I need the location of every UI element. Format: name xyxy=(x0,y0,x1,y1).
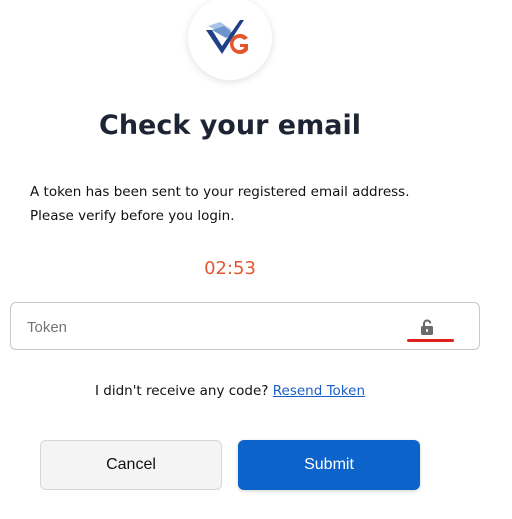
lock-highlight-underline xyxy=(407,339,454,342)
resend-token-link[interactable]: Resend Token xyxy=(273,383,365,399)
brand-logo-icon xyxy=(206,20,248,55)
instruction-line-1: A token has been sent to your registered… xyxy=(30,184,410,200)
countdown-timer: 02:53 xyxy=(204,258,256,279)
instruction-line-2: Please verify before you login. xyxy=(30,208,235,224)
instruction-text: A token has been sent to your registered… xyxy=(30,180,470,228)
token-input[interactable] xyxy=(25,303,389,351)
unlock-icon[interactable] xyxy=(417,317,437,337)
submit-button[interactable]: Submit xyxy=(238,440,420,490)
page-title: Check your email xyxy=(99,110,361,141)
cancel-button[interactable]: Cancel xyxy=(40,440,222,490)
resend-row: I didn't receive any code? Resend Token xyxy=(0,383,460,399)
token-field xyxy=(10,302,480,351)
logo-badge xyxy=(188,0,272,80)
resend-prompt: I didn't receive any code? xyxy=(94,383,273,399)
